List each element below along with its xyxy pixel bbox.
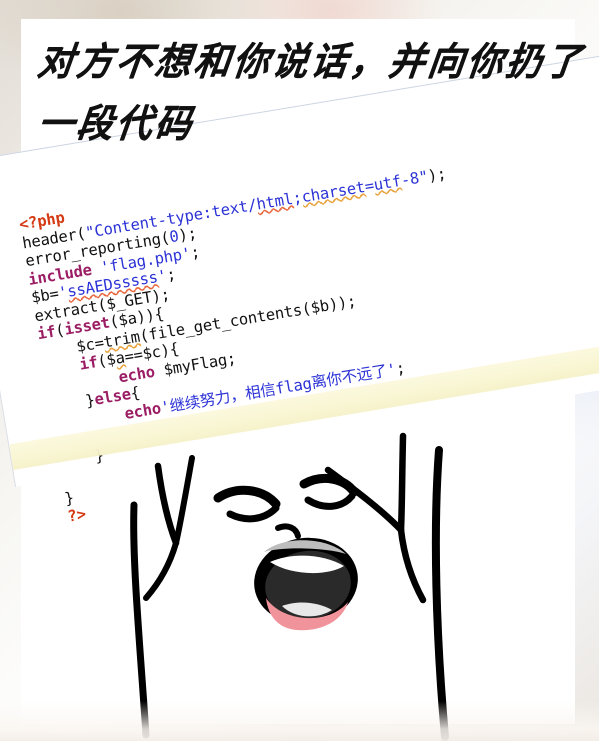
left-eye [213,485,281,523]
caption-block: 对方不想和你说话，并向你扔了 一段代码 [35,39,587,147]
code-string-content-type: "Content-type:text/html;charset=utf-8" [83,167,430,242]
left-arm [130,455,195,739]
code-token-brace-open: { [129,383,142,403]
code-php-close-tag: ?> [66,504,88,526]
code-token-brace-close-2: } [63,488,76,508]
code-token-semi-3: ; [394,358,407,378]
code-token-semi-1: ; [189,242,202,262]
code-token-paren-1: ); [426,164,448,185]
rage-face-figure [96,430,516,741]
mouth [254,537,358,631]
caption-line-2: 一段代码 [35,101,197,147]
caption-line-1: 对方不想和你说话，并向你扔了 [35,39,587,85]
nose [275,523,301,539]
code-token-semi-2: ; [165,265,178,285]
code-token-paren-2: ); [177,224,199,245]
meme-image-canvas: 对方不想和你说话，并向你扔了 一段代码 <?php header("Conten… [0,0,599,741]
right-eye [299,473,359,510]
